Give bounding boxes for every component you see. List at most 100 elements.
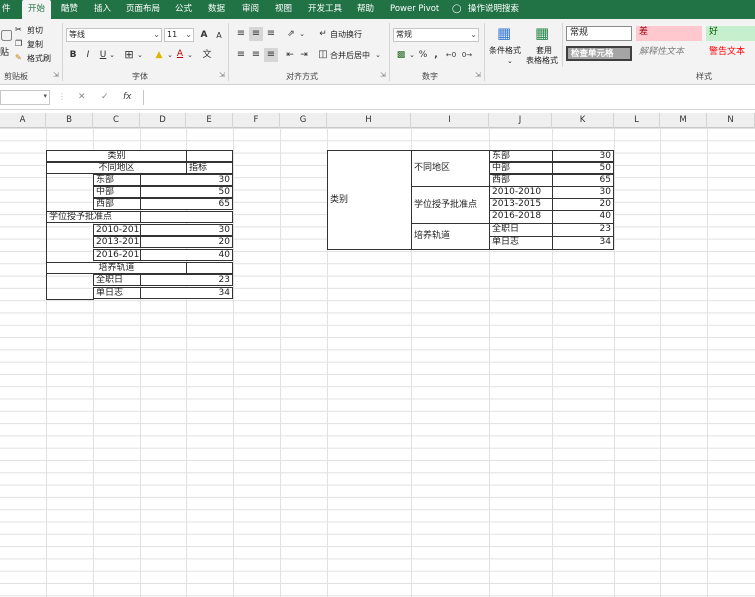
chevron-down-icon[interactable]: ⌄ <box>374 48 382 62</box>
fill-color-icon[interactable]: ▲ <box>152 48 166 62</box>
cell-west[interactable]: 西部 <box>93 198 141 210</box>
name-box[interactable]: ▾ <box>0 90 50 105</box>
cell-category-merged[interactable]: 类别 <box>327 150 412 250</box>
underline-button[interactable]: U <box>98 48 108 62</box>
tab-insert[interactable]: 插入 <box>94 0 111 19</box>
style-normal[interactable]: 常规 <box>566 26 632 41</box>
chevron-down-icon[interactable]: ⌄ <box>108 48 116 62</box>
column-header-l[interactable]: L <box>614 113 660 128</box>
align-left-icon[interactable]: ≡ <box>234 48 248 62</box>
chevron-down-icon[interactable]: ⌄ <box>408 48 416 62</box>
align-bottom-icon[interactable]: ≡ <box>264 27 278 41</box>
column-header-n[interactable]: N <box>707 113 755 128</box>
column-header-d[interactable]: D <box>140 113 186 128</box>
conditional-format-button[interactable]: 条件格式 <box>489 45 521 56</box>
comma-button[interactable]: , <box>431 48 441 62</box>
cell-single-value[interactable]: 34 <box>140 287 233 299</box>
align-top-icon[interactable]: ≡ <box>234 27 248 41</box>
wrap-text-button[interactable]: 自动换行 <box>330 29 362 40</box>
cell-year-3-value[interactable]: 40 <box>140 249 233 261</box>
cell-single[interactable]: 单日志 <box>93 287 141 299</box>
cell-east[interactable]: 东部 <box>489 150 553 162</box>
chevron-down-icon[interactable]: ▾ <box>43 92 47 100</box>
cell-year-1-value[interactable]: 30 <box>140 224 233 236</box>
increase-indent-icon[interactable]: ⇥ <box>298 48 310 62</box>
dialog-launcher-icon[interactable]: ⇲ <box>380 71 386 79</box>
decrease-decimal-icon[interactable]: 0→ <box>460 48 474 62</box>
cell-central[interactable]: 中部 <box>93 186 141 198</box>
dialog-launcher-icon[interactable]: ⇲ <box>53 71 59 79</box>
tab-review[interactable]: 审阅 <box>242 0 259 19</box>
font-size-select[interactable]: 11 ⌄ <box>164 28 194 42</box>
enter-button[interactable]: ✓ <box>101 92 109 102</box>
cell-category[interactable]: 类别 <box>46 150 187 162</box>
column-header-g[interactable]: G <box>280 113 327 128</box>
tab-file[interactable]: 件 <box>2 0 11 19</box>
chevron-down-icon[interactable]: ⌄ <box>166 48 174 62</box>
column-header-f[interactable]: F <box>233 113 280 128</box>
increase-decimal-icon[interactable]: ←0 <box>444 48 458 62</box>
style-check-cell[interactable]: 检查单元格 <box>566 46 632 61</box>
tab-formulas[interactable]: 公式 <box>175 0 192 19</box>
column-header-b[interactable]: B <box>46 113 93 128</box>
cell-fulltime[interactable]: 全职日 <box>93 274 141 286</box>
cell-fulltime-value[interactable]: 23 <box>140 274 233 286</box>
format-painter-button[interactable]: 格式刷 <box>27 53 51 64</box>
insert-function-button[interactable]: fx <box>123 92 132 102</box>
style-bad[interactable]: 差 <box>636 26 702 41</box>
cell-west-value[interactable]: 65 <box>140 198 233 210</box>
chevron-down-icon[interactable]: ⌄ <box>298 27 306 41</box>
cancel-button[interactable]: ✕ <box>78 92 86 102</box>
table-format-label-2[interactable]: 表格格式 <box>526 55 558 66</box>
column-header-a[interactable]: A <box>0 113 46 128</box>
cell-training-merged[interactable]: 培养轨道 <box>411 223 490 250</box>
grow-font-button[interactable]: A <box>198 28 210 42</box>
column-header-h[interactable]: H <box>327 113 411 128</box>
cell-year-3-value[interactable]: 40 <box>552 210 614 224</box>
style-warning[interactable]: 警告文本 <box>706 46 755 61</box>
tab-tell-me[interactable]: 操作说明搜索 <box>468 0 519 19</box>
cell-year-2[interactable]: 2013-2015 <box>93 236 145 248</box>
formula-input[interactable] <box>143 90 755 105</box>
tab-view[interactable]: 视图 <box>275 0 292 19</box>
cell-fulltime[interactable]: 全职日 <box>489 223 553 237</box>
cell-blank[interactable] <box>186 262 233 274</box>
column-header-m[interactable]: M <box>660 113 707 128</box>
cell-east-value[interactable]: 30 <box>552 150 614 162</box>
chevron-down-icon[interactable]: ⌄ <box>507 57 513 65</box>
cell-east-value[interactable]: 30 <box>140 174 233 186</box>
dialog-launcher-icon[interactable]: ⇲ <box>219 71 225 79</box>
column-header-e[interactable]: E <box>186 113 233 128</box>
cell-region[interactable]: 不同地区 <box>46 162 187 174</box>
column-header-i[interactable]: I <box>411 113 489 128</box>
cell-year-3[interactable]: 2016-2018 <box>93 249 145 261</box>
tab-home[interactable]: 开始 <box>22 0 52 19</box>
align-middle-icon[interactable]: ≡ <box>249 27 263 41</box>
cell-degree-merged[interactable]: 学位授予批准点 <box>411 186 490 224</box>
shrink-font-button[interactable]: A <box>213 29 225 43</box>
cell-east[interactable]: 东部 <box>93 174 141 186</box>
cut-button[interactable]: 剪切 <box>27 25 43 36</box>
style-good[interactable]: 好 <box>706 26 755 41</box>
cell-region-merged[interactable]: 不同地区 <box>411 150 490 187</box>
cell-blank[interactable] <box>140 211 233 223</box>
cell-blank[interactable] <box>186 150 233 162</box>
font-color-button[interactable]: A <box>174 47 186 61</box>
worksheet-grid[interactable]: 类别 不同地区 指标 东部 30 中部 50 西部 65 学位授予批准点 201… <box>0 128 755 597</box>
column-header-j[interactable]: J <box>489 113 552 128</box>
orientation-icon[interactable]: ⇗ <box>284 27 298 41</box>
align-center-icon[interactable]: ≡ <box>249 48 263 62</box>
column-header-c[interactable]: C <box>93 113 140 128</box>
align-right-icon[interactable]: ≡ <box>264 48 278 62</box>
tab-help[interactable]: 帮助 <box>357 0 374 19</box>
dialog-launcher-icon[interactable]: ⇲ <box>475 71 481 79</box>
percent-button[interactable]: % <box>418 48 428 62</box>
tab-data[interactable]: 数据 <box>208 0 225 19</box>
decrease-indent-icon[interactable]: ⇤ <box>284 48 296 62</box>
cell-single[interactable]: 单日志 <box>489 236 553 250</box>
cell-central-value[interactable]: 50 <box>140 186 233 198</box>
tab-page-layout[interactable]: 页面布局 <box>126 0 160 19</box>
bold-button[interactable]: B <box>68 48 78 62</box>
cell-single-value[interactable]: 34 <box>552 236 614 250</box>
cell-fulltime-value[interactable]: 23 <box>552 223 614 237</box>
